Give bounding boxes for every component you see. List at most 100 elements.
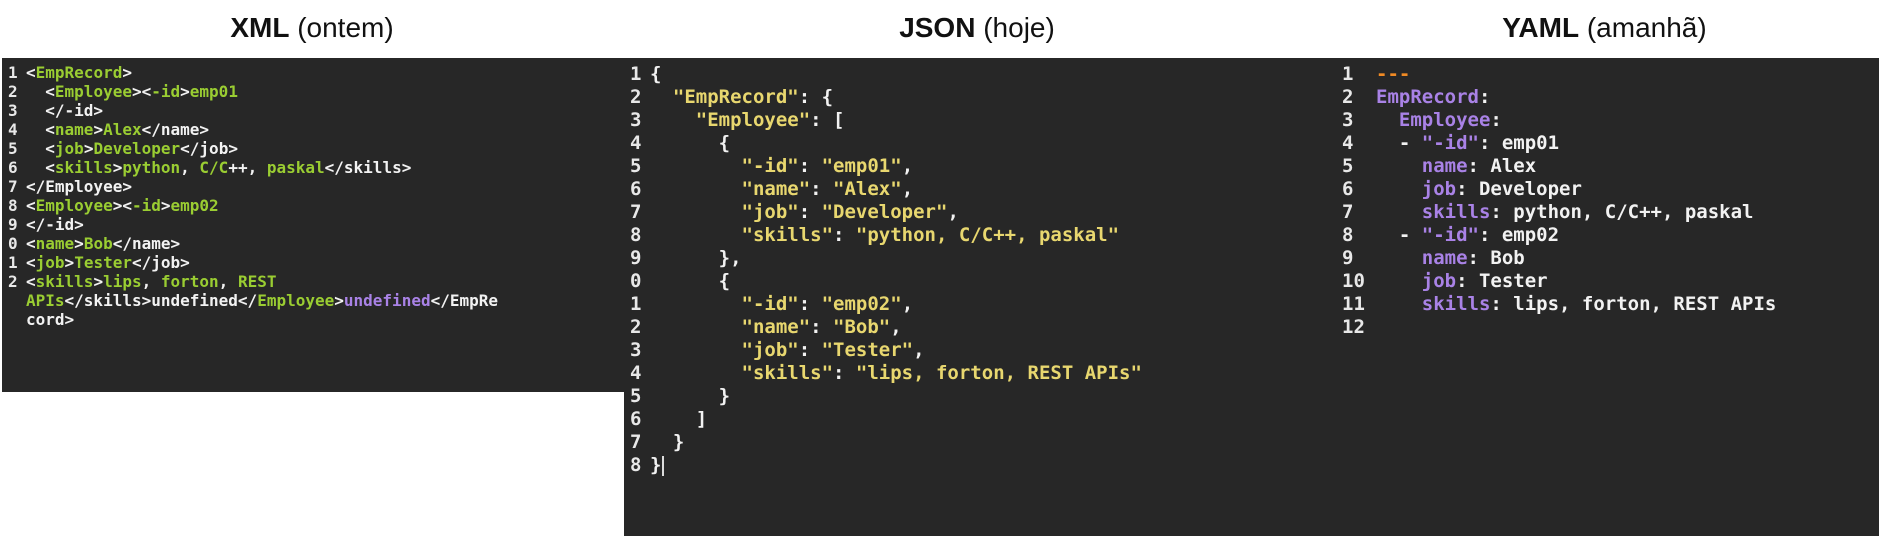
- line-number: 5: [8, 139, 18, 158]
- code-token: job: [1376, 270, 1457, 292]
- code-token: skills: [1376, 293, 1491, 315]
- line-number: 6: [1342, 178, 1354, 200]
- code-token: ,: [218, 272, 238, 291]
- line-number: 2: [630, 86, 642, 108]
- xml-heading-subtitle: (ontem): [297, 12, 394, 43]
- code-token: ,: [141, 272, 161, 291]
- code-line: 4 <name>Alex</name>: [8, 120, 498, 139]
- code-line: 3 Employee:: [1342, 109, 1776, 132]
- code-line: 9 </-id>: [8, 215, 498, 234]
- code-line: 1 <EmpRecord>: [8, 63, 498, 82]
- code-token: "-id": [650, 293, 799, 315]
- code-token: : Developer: [1456, 178, 1582, 200]
- line-number: 2: [8, 82, 18, 101]
- code-line: 7 "job": "Developer",: [630, 201, 1142, 224]
- code-token: >: [122, 63, 132, 82]
- line-number: 8: [630, 454, 642, 476]
- line-number: 6: [630, 178, 642, 200]
- code-line: 9 name: Bob: [1342, 247, 1776, 270]
- line-number: 12: [1342, 316, 1365, 338]
- code-line: cord>: [8, 310, 498, 329]
- line-number: 11: [1342, 293, 1365, 315]
- line-number: 8: [8, 196, 18, 215]
- code-token: <: [26, 139, 55, 158]
- code-token: ,: [913, 339, 925, 361]
- code-token: </name>: [141, 120, 210, 139]
- code-line: 8 <Employee><-id>emp02: [8, 196, 498, 215]
- line-number: 9: [8, 215, 18, 234]
- code-token: :: [798, 201, 822, 223]
- code-line: 10 job: Tester: [1342, 270, 1776, 293]
- line-number: 3: [630, 109, 642, 131]
- code-line: 2 EmpRecord:: [1342, 86, 1776, 109]
- code-line: 2 <skills>lips, forton, REST: [8, 272, 498, 291]
- code-token: : lips, forton, REST APIs: [1490, 293, 1777, 315]
- code-line: 5 <job>Developer</job>: [8, 139, 498, 158]
- yaml-editor-panel[interactable]: 1 --- 2 EmpRecord: 3 Employee: 4 - "-id": emp…: [1330, 58, 1879, 536]
- code-token: : emp01: [1478, 132, 1560, 154]
- code-token: >: [93, 120, 104, 139]
- code-token: undefined: [343, 291, 431, 310]
- code-token: :: [798, 293, 822, 315]
- yaml-heading: YAML (amanhã): [1330, 6, 1879, 50]
- line-number: 9: [630, 247, 642, 269]
- line-number: 5: [630, 385, 642, 407]
- line-number: 7: [8, 177, 18, 196]
- code-line: 3 "job": "Tester",: [630, 339, 1142, 362]
- code-line: 6 <skills>python, C/C++, paskal</skills>: [8, 158, 498, 177]
- json-editor-panel[interactable]: 1{2 "EmpRecord": {3 "Employee": [4 {5 "-…: [624, 58, 1330, 536]
- line-number: 3: [8, 101, 18, 120]
- code-line: 0 <name>Bob</name>: [8, 234, 498, 253]
- code-token: </job>: [180, 139, 238, 158]
- code-token: >: [64, 253, 75, 272]
- xml-code[interactable]: 1 <EmpRecord> 2 <Employee><-id>emp01 3 </-i…: [8, 63, 498, 329]
- code-line: 5 }: [630, 385, 1142, 408]
- code-line: 8 "skills": "python, C/C++, paskal": [630, 224, 1142, 247]
- code-line: 4 {: [630, 132, 1142, 155]
- code-token: Employee: [257, 291, 335, 310]
- code-token: >: [74, 234, 84, 253]
- code-token: >: [112, 158, 123, 177]
- code-token: "job": [650, 201, 799, 223]
- json-heading-title: JSON: [899, 12, 976, 43]
- line-number: 2: [1342, 86, 1354, 108]
- code-token: : [: [810, 109, 845, 131]
- code-token: "Alex": [833, 178, 902, 200]
- code-token: :: [810, 316, 834, 338]
- code-token: "EmpRecord": [650, 86, 799, 108]
- code-line: 4 "skills": "lips, forton, REST APIs": [630, 362, 1142, 385]
- code-token: </skills>: [324, 158, 412, 177]
- json-code[interactable]: 1{2 "EmpRecord": {3 "Employee": [4 {5 "-…: [630, 63, 1142, 477]
- code-token: name: [54, 120, 94, 139]
- code-token: <: [26, 272, 36, 291]
- yaml-code[interactable]: 1 --- 2 EmpRecord: 3 Employee: 4 - "-id": emp…: [1342, 63, 1776, 339]
- code-token: {: [650, 63, 662, 85]
- line-number: 7: [630, 201, 642, 223]
- code-line: 8 - "-id": emp02: [1342, 224, 1776, 247]
- code-token: :: [798, 155, 822, 177]
- code-token: <: [26, 158, 55, 177]
- yaml-heading-title: YAML: [1502, 12, 1580, 43]
- code-line: 1 <job>Tester</job>: [8, 253, 498, 272]
- line-number: 1: [630, 63, 642, 85]
- code-token: </EmpRe: [430, 291, 499, 310]
- code-token: "-id": [650, 155, 799, 177]
- code-token: ,: [901, 155, 914, 177]
- code-token: -: [1376, 224, 1422, 246]
- yaml-heading-subtitle: (amanhã): [1586, 12, 1707, 43]
- code-token: </Employee>: [26, 177, 132, 196]
- xml-editor-panel[interactable]: 1 <EmpRecord> 2 <Employee><-id>emp01 3 </-i…: [2, 58, 624, 392]
- code-token: </: [26, 101, 65, 120]
- text-cursor: [662, 455, 665, 476]
- code-line: 5 "-id": "emp01",: [630, 155, 1142, 178]
- json-heading-subtitle: (hoje): [983, 12, 1055, 43]
- code-token: skills: [54, 158, 113, 177]
- code-line: 11 skills: lips, forton, REST APIs: [1342, 293, 1776, 316]
- code-token: ,: [947, 201, 959, 223]
- code-token: job: [35, 253, 65, 272]
- code-token: "emp02": [821, 293, 902, 315]
- code-token: }: [650, 385, 731, 407]
- code-token: >: [93, 272, 104, 291]
- code-line: 1{: [630, 63, 1142, 86]
- code-line: 3 "Employee": [: [630, 109, 1142, 132]
